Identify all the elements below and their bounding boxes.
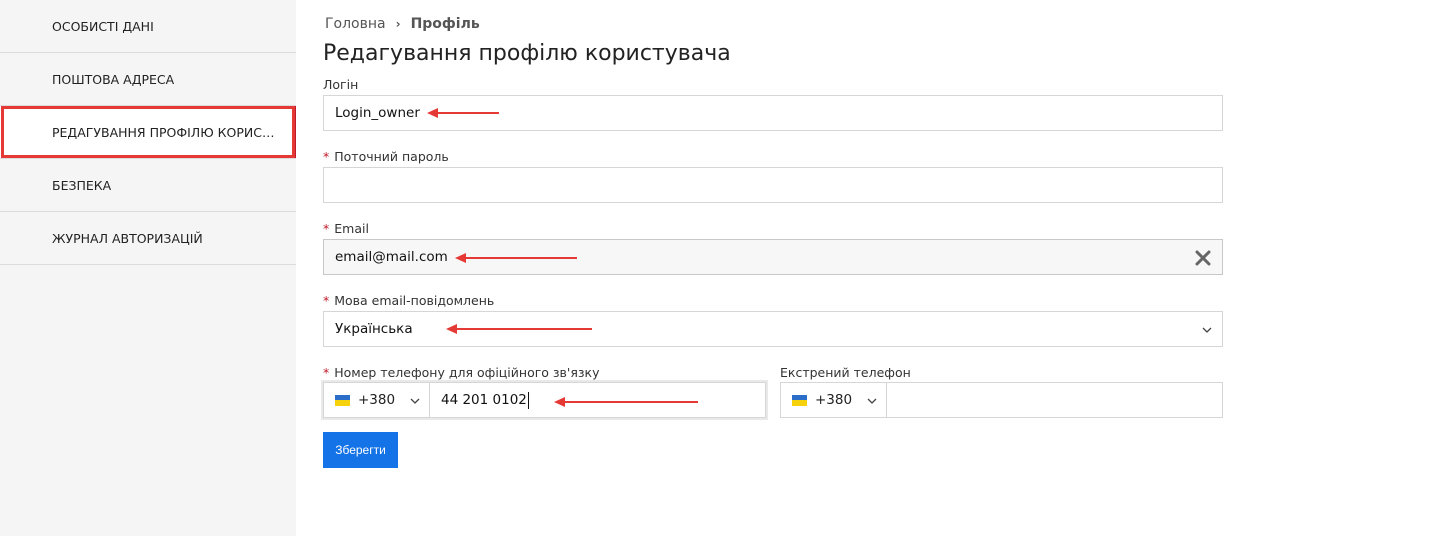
breadcrumb-separator: ›	[395, 17, 401, 31]
emergency-phone-country-code-select[interactable]: +380	[781, 383, 887, 417]
sidebar-item-personal-data[interactable]: ОСОБИСТІ ДАНІ	[0, 0, 296, 53]
breadcrumb-current: Профіль	[410, 16, 480, 32]
chevron-down-icon	[1202, 327, 1212, 333]
language-select[interactable]: Українська	[323, 311, 1223, 347]
ukraine-flag-icon	[335, 394, 350, 406]
emergency-phone-country-code: +380	[815, 392, 853, 408]
sidebar-item-edit-profile[interactable]: РЕДАГУВАННЯ ПРОФІЛЮ КОРИСТУВАЧА	[0, 106, 296, 159]
sidebar-item-security[interactable]: БЕЗПЕКА	[0, 159, 296, 212]
required-marker: *	[323, 293, 330, 308]
phone-number-value: 44 201 0102	[441, 392, 527, 408]
language-label: * Мова email-повідомлень	[323, 293, 495, 308]
sidebar-item-label: ПОШТОВА АДРЕСА	[52, 71, 175, 87]
text-cursor	[527, 391, 529, 409]
ukraine-flag-icon	[792, 394, 807, 406]
sidebar-item-postal-address[interactable]: ПОШТОВА АДРЕСА	[0, 53, 296, 106]
email-value: email@mail.com	[335, 249, 448, 265]
current-password-field[interactable]	[323, 167, 1223, 203]
login-label: Логін	[323, 77, 359, 92]
chevron-down-icon	[410, 398, 420, 404]
phone-label: * Номер телефону для офіційного зв'язку	[323, 365, 600, 380]
phone-input-group: +380 44 201 0102	[323, 382, 766, 418]
phone-country-code: +380	[358, 392, 396, 408]
sidebar-item-auth-log[interactable]: ЖУРНАЛ АВТОРИЗАЦІЙ	[0, 212, 296, 265]
phone-number-input[interactable]: 44 201 0102	[430, 383, 765, 417]
current-password-label: * Поточний пароль	[323, 149, 449, 164]
sidebar-item-label: РЕДАГУВАННЯ ПРОФІЛЮ КОРИСТУВАЧА	[52, 124, 282, 140]
save-button[interactable]: Зберегти	[323, 432, 398, 468]
required-marker: *	[323, 221, 330, 236]
close-x-icon[interactable]	[1194, 249, 1212, 267]
required-marker: *	[323, 365, 330, 380]
emergency-phone-label: Екстрений телефон	[780, 365, 911, 380]
language-value: Українська	[335, 321, 413, 337]
chevron-down-icon	[867, 398, 877, 404]
sidebar-item-label: ЖУРНАЛ АВТОРИЗАЦІЙ	[52, 230, 203, 246]
sidebar-item-label: ОСОБИСТІ ДАНІ	[52, 18, 154, 34]
page-title: Редагування профілю користувача	[323, 41, 731, 66]
required-marker: *	[323, 149, 330, 164]
emergency-phone-input-group: +380	[780, 382, 1223, 418]
sidebar-item-label: БЕЗПЕКА	[52, 177, 112, 193]
breadcrumb-home-link[interactable]: Головна	[325, 16, 386, 32]
login-value: Login_owner	[335, 105, 420, 121]
email-field[interactable]: email@mail.com	[323, 239, 1223, 275]
phone-country-code-select[interactable]: +380	[324, 383, 430, 417]
sidebar: ОСОБИСТІ ДАНІ ПОШТОВА АДРЕСА РЕДАГУВАННЯ…	[0, 0, 296, 536]
email-label: * Email	[323, 221, 369, 236]
login-field[interactable]: Login_owner	[323, 95, 1223, 131]
emergency-phone-number-input[interactable]	[887, 383, 1222, 417]
breadcrumb: Головна › Профіль	[325, 16, 480, 32]
